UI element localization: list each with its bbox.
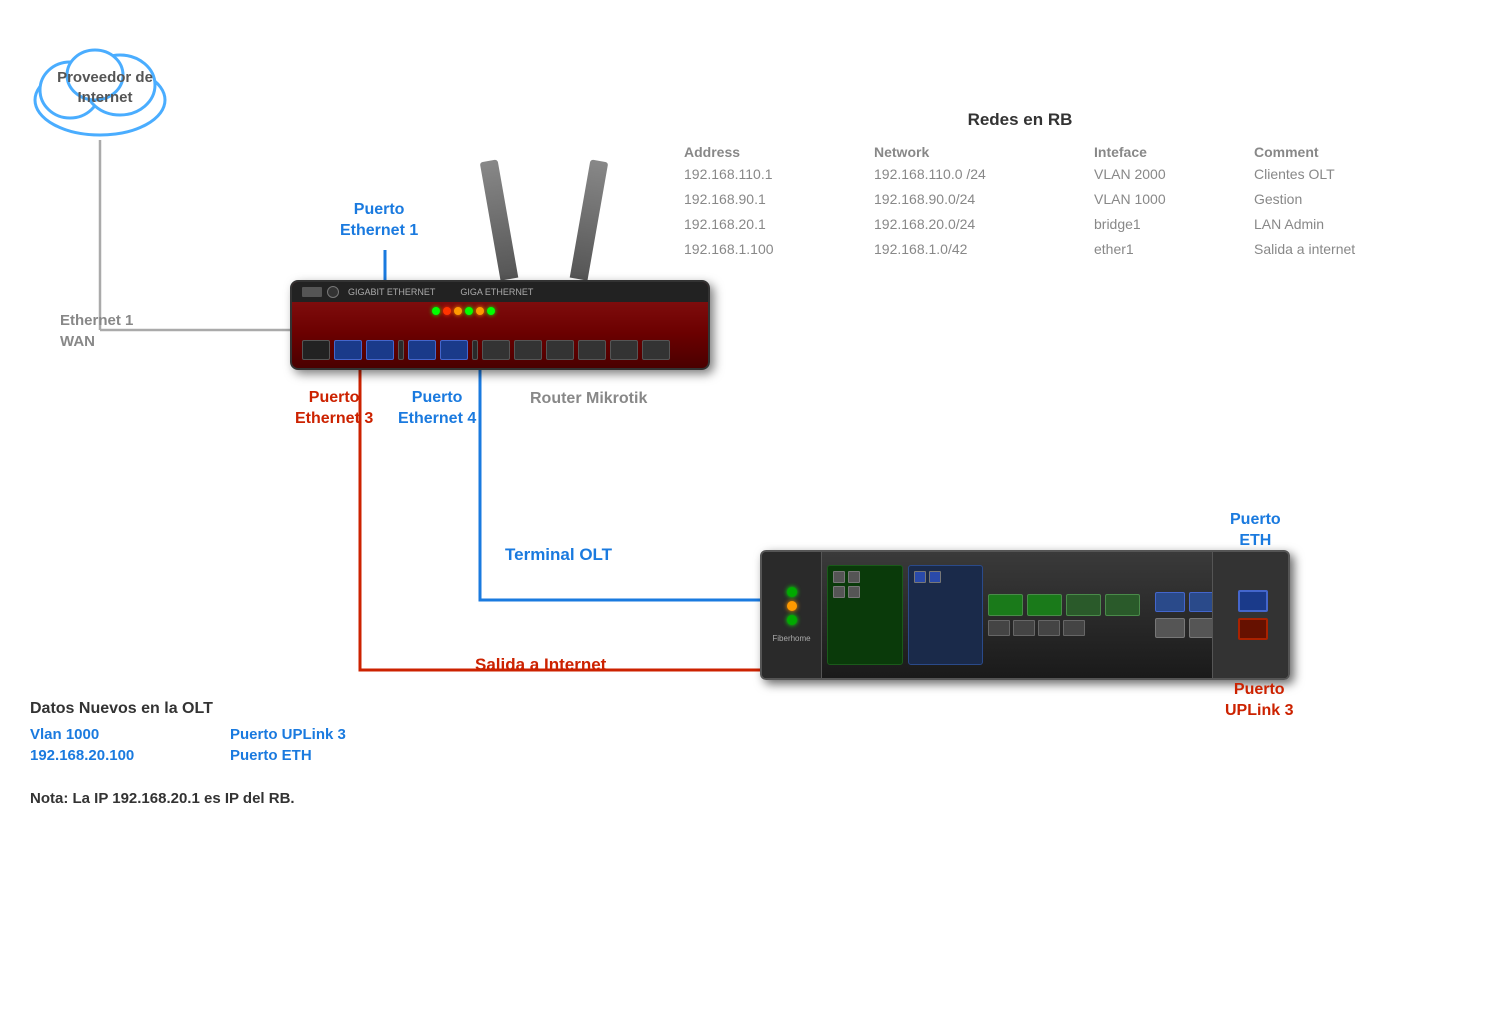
row4-address: 192.168.1.100 <box>680 237 870 262</box>
row3-comment: LAN Admin <box>1250 212 1450 237</box>
row1-comment: Clientes OLT <box>1250 162 1450 187</box>
nota-text: Nota: La IP 192.168.20.1 es IP del RB. <box>30 790 295 807</box>
cloud-label: Proveedor de Internet <box>55 68 155 107</box>
network-table: Address Network Inteface Comment 192.168… <box>680 142 1360 262</box>
datos-ip: 192.168.20.100 <box>30 747 170 764</box>
row3-address: 192.168.20.1 <box>680 212 870 237</box>
datos-uplink: Puerto UPLink 3 <box>230 726 370 743</box>
ethernet-wan-label: Ethernet 1 WAN <box>60 310 133 352</box>
router-mikrotik: GIGABIT ETHERNET GIGA ETHERNET <box>290 280 710 370</box>
router-label: Router Mikrotik <box>530 390 647 408</box>
datos-nuevos-section: Datos Nuevos en la OLT Vlan 1000 Puerto … <box>30 700 370 768</box>
port-eth3-label: Puerto Ethernet 3 <box>295 388 373 430</box>
row1-address: 192.168.110.1 <box>680 162 870 187</box>
row1-network: 192.168.110.0 /24 <box>870 162 1090 187</box>
datos-nuevos-title: Datos Nuevos en la OLT <box>30 700 370 718</box>
row1-inteface: VLAN 2000 <box>1090 162 1250 187</box>
port-eth1-label: Puerto Ethernet 1 <box>340 200 418 242</box>
datos-row-2: 192.168.20.100 Puerto ETH <box>30 747 370 764</box>
col-header-inteface: Inteface <box>1090 142 1250 162</box>
row2-address: 192.168.90.1 <box>680 187 870 212</box>
row4-inteface: ether1 <box>1090 237 1250 262</box>
datos-eth: Puerto ETH <box>230 747 370 764</box>
col-header-network: Network <box>870 142 1090 162</box>
olt-terminal: Fiberhome <box>760 550 1290 680</box>
row2-inteface: VLAN 1000 <box>1090 187 1250 212</box>
antenna-left <box>480 159 519 280</box>
port-uplink3-label: Puerto UPLink 3 <box>1225 680 1293 722</box>
row3-network: 192.168.20.0/24 <box>870 212 1090 237</box>
cloud-shape: .cloud-path { fill: white; stroke: #4aad… <box>20 30 180 140</box>
datos-vlan: Vlan 1000 <box>30 726 170 743</box>
port-eth-label: Puerto ETH <box>1230 510 1281 552</box>
terminal-olt-label: Terminal OLT <box>505 545 612 565</box>
network-info-title: Redes en RB <box>680 110 1360 130</box>
row2-comment: Gestion <box>1250 187 1450 212</box>
row3-inteface: bridge1 <box>1090 212 1250 237</box>
row4-comment: Salida a internet <box>1250 237 1450 262</box>
row2-network: 192.168.90.0/24 <box>870 187 1090 212</box>
col-header-address: Address <box>680 142 870 162</box>
port-eth4-label: Puerto Ethernet 4 <box>398 388 476 430</box>
salida-internet-label: Salida a Internet <box>475 655 606 675</box>
network-info-section: Redes en RB Address Network Inteface Com… <box>680 110 1360 262</box>
diagram-container: .cloud-path { fill: white; stroke: #4aad… <box>0 0 1500 1031</box>
antenna-right <box>570 159 609 280</box>
row4-network: 192.168.1.0/42 <box>870 237 1090 262</box>
datos-row-1: Vlan 1000 Puerto UPLink 3 <box>30 726 370 743</box>
col-header-comment: Comment <box>1250 142 1450 162</box>
